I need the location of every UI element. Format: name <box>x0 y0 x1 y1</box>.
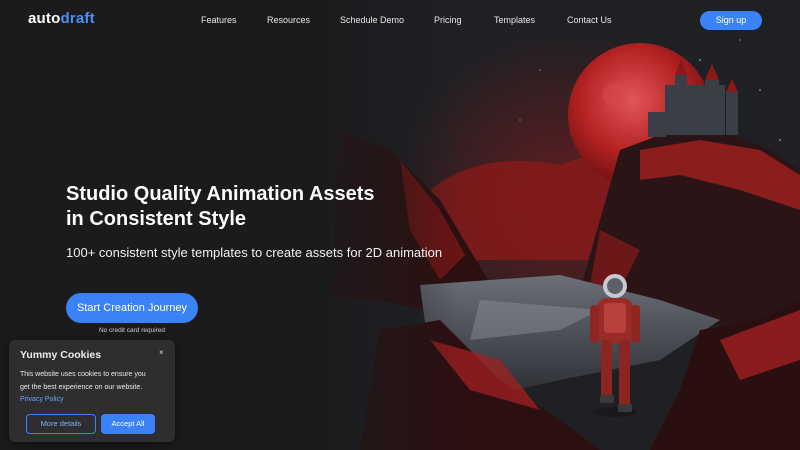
nav-link-contact-us[interactable]: Contact Us <box>567 15 612 25</box>
cookie-banner: Yummy Cookies × This website uses cookie… <box>9 340 175 442</box>
close-icon[interactable]: × <box>159 348 164 357</box>
more-details-button[interactable]: More details <box>26 414 96 434</box>
hero-headline-line2: in Consistent Style <box>66 208 247 230</box>
accept-all-button[interactable]: Accept All <box>101 414 155 434</box>
privacy-policy-link[interactable]: Privacy Policy <box>20 396 64 403</box>
hero-headline-line1: Studio Quality Animation Assets <box>66 183 375 205</box>
signup-button[interactable]: Sign up <box>700 11 762 30</box>
top-navbar: autodraft Features Resources Schedule De… <box>0 0 800 42</box>
nav-link-features[interactable]: Features <box>201 15 237 25</box>
cookie-banner-title: Yummy Cookies <box>20 349 102 361</box>
nav-link-pricing[interactable]: Pricing <box>434 15 462 25</box>
nav-link-schedule-demo[interactable]: Schedule Demo <box>340 15 404 25</box>
logo-text-part2: draft <box>60 10 95 27</box>
nav-link-templates[interactable]: Templates <box>494 15 535 25</box>
logo-text-part1: auto <box>28 10 61 27</box>
brand-logo[interactable]: autodraft <box>28 10 95 27</box>
cookie-banner-body: This website uses cookies to ensure you … <box>20 371 146 391</box>
hero-subheadline: 100+ consistent style templates to creat… <box>66 245 443 260</box>
cookie-banner-text: This website uses cookies to ensure you … <box>20 369 150 407</box>
no-credit-card-note: No credit card required <box>98 327 166 334</box>
start-creation-journey-button[interactable]: Start Creation Journey <box>66 293 198 323</box>
nav-link-resources[interactable]: Resources <box>267 15 310 25</box>
hero-headline: Studio Quality Animation Assets in Consi… <box>66 182 426 232</box>
